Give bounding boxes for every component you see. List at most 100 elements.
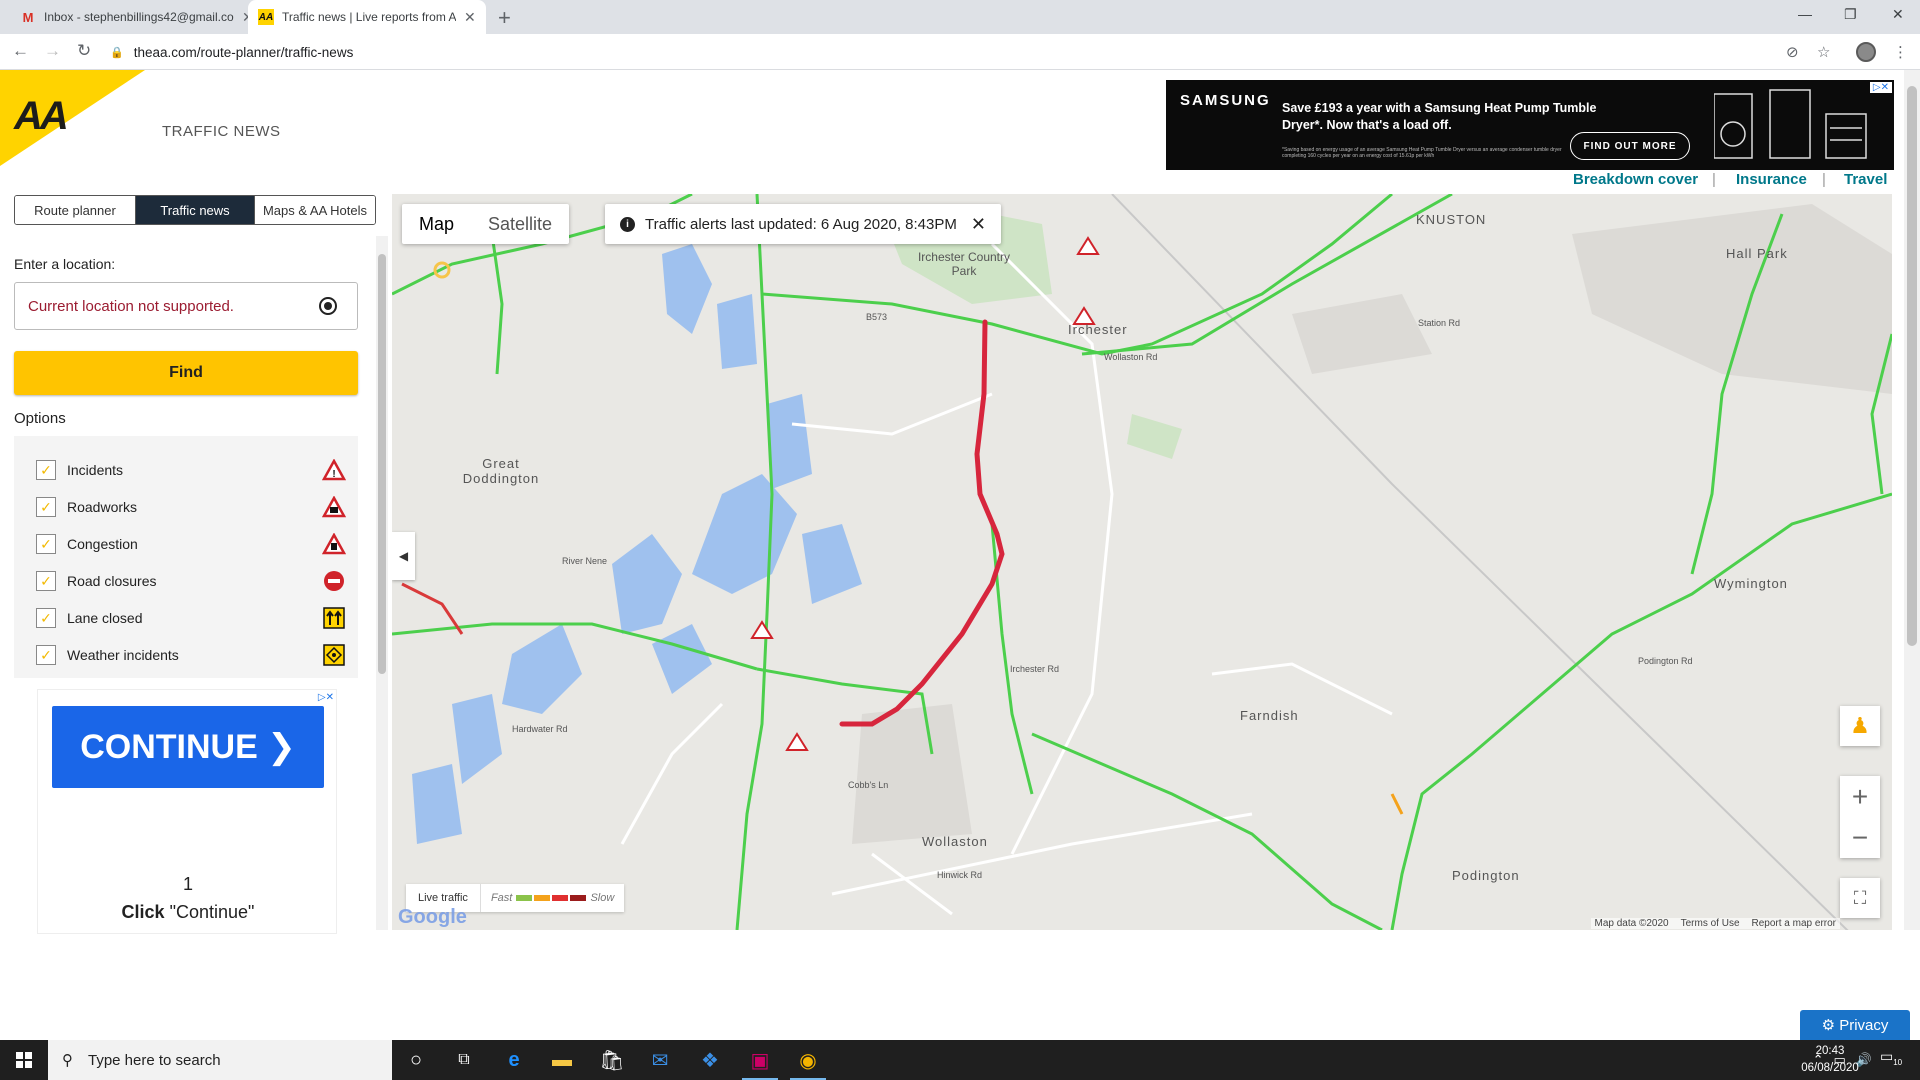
profile-avatar[interactable] (1856, 42, 1876, 62)
cortana-icon[interactable]: ○ (392, 1040, 440, 1080)
link-travel[interactable]: Travel (1844, 171, 1887, 188)
option-roadworks[interactable]: ✓ Roadworks (36, 494, 346, 520)
privacy-button[interactable]: ⚙ Privacy (1800, 1010, 1910, 1040)
ad-left[interactable]: CONTINUE ❯ 1 Click "Continue" ▷✕ (37, 689, 337, 934)
taskbar-search-placeholder: Type here to search (88, 1051, 221, 1069)
legend-scale: Fast Slow (481, 892, 624, 904)
option-lane-closed[interactable]: ✓ Lane closed (36, 605, 346, 631)
close-window-icon[interactable]: ✕ (1892, 6, 1904, 23)
road-label: Hardwater Rd (512, 724, 568, 734)
google-logo: Google (398, 906, 467, 928)
checkbox-weather[interactable]: ✓ (36, 645, 56, 665)
map-footer: Map data ©2020 Terms of Use Report a map… (1590, 918, 1840, 929)
collapse-panel-button[interactable]: ◀ (392, 532, 415, 580)
bookmark-star-icon[interactable]: ☆ (1817, 43, 1830, 61)
close-tab-icon[interactable]: ✕ (464, 9, 476, 26)
link-breakdown-cover[interactable]: Breakdown cover (1573, 171, 1698, 188)
lock-icon: 🔒 (110, 46, 124, 59)
forward-icon[interactable]: → (44, 41, 61, 61)
option-road-closures[interactable]: ✓ Road closures (36, 568, 346, 594)
map-view-button[interactable]: Map (402, 204, 471, 244)
task-view-icon[interactable]: ⧉ (440, 1040, 488, 1080)
tab-traffic-news-active[interactable]: Traffic news (136, 196, 255, 224)
url-text: theaa.com/route-planner/traffic-news (133, 44, 354, 60)
checkbox-lane-closed[interactable]: ✓ (36, 608, 56, 628)
ad-fine-print: *Saving based on energy usage of an aver… (1282, 147, 1562, 159)
road-label: Station Rd (1418, 318, 1461, 328)
close-alert-icon[interactable]: ✕ (971, 214, 986, 235)
notification-icon[interactable]: ▭10 (1880, 1048, 1902, 1067)
windows-taskbar: ⚲ Type here to search ○ ⧉ e ▬ 🛍 ✉ ❖ ▣ ◉ … (0, 1040, 1920, 1080)
ad-close-icon[interactable]: ▷✕ (318, 692, 334, 703)
traffic-map[interactable]: KNUSTON Irchester Country Park Irchester… (392, 194, 1892, 930)
tab-title: Traffic news | Live reports from AA (282, 10, 456, 24)
dropbox-icon[interactable]: ❖ (686, 1040, 734, 1080)
ad-cta-button[interactable]: FIND OUT MORE (1570, 132, 1690, 160)
taskbar-search[interactable]: ⚲ Type here to search (48, 1040, 392, 1080)
file-explorer-icon[interactable]: ▬ (538, 1040, 586, 1080)
maximize-icon[interactable]: ❐ (1844, 6, 1857, 23)
place-label: Irchester (1068, 322, 1128, 337)
ad-close-icon[interactable]: ▷✕ (1869, 82, 1892, 93)
tab-gmail[interactable]: M Inbox - stephenbillings42@gmail.com ✕ (10, 0, 264, 34)
satellite-view-button[interactable]: Satellite (471, 204, 569, 244)
minimize-icon[interactable]: — (1798, 6, 1812, 22)
congestion-icon (322, 532, 346, 556)
page-scroll-thumb[interactable] (1907, 86, 1917, 646)
option-incidents[interactable]: ✓ Incidents ! (36, 457, 346, 483)
swatch-slow (552, 895, 569, 901)
left-panel-scrollbar[interactable] (376, 236, 388, 930)
page-scrollbar[interactable] (1904, 70, 1920, 930)
aa-logo[interactable]: AA (0, 70, 145, 166)
checkbox-incidents[interactable]: ✓ (36, 460, 56, 480)
address-bar[interactable]: 🔒 theaa.com/route-planner/traffic-news (110, 39, 1840, 65)
checkbox-roadworks[interactable]: ✓ (36, 497, 56, 517)
option-congestion[interactable]: ✓ Congestion (36, 531, 346, 557)
checkbox-road-closures[interactable]: ✓ (36, 571, 56, 591)
reload-icon[interactable]: ↻ (77, 41, 91, 61)
zoom-in-button[interactable]: + (1840, 776, 1880, 817)
place-label: Wollaston (922, 834, 988, 849)
fullscreen-icon[interactable]: ⛶ (1840, 878, 1880, 918)
street-view-pegman-icon[interactable]: ♟ (1840, 706, 1880, 746)
location-input[interactable]: Current location not supported. (14, 282, 358, 330)
find-button[interactable]: Find (14, 351, 358, 395)
checkbox-congestion[interactable]: ✓ (36, 534, 56, 554)
tracking-icon[interactable]: ⊘ (1786, 43, 1799, 61)
store-icon[interactable]: 🛍 (588, 1040, 636, 1080)
locate-me-icon[interactable] (319, 297, 337, 315)
clock[interactable]: 20:43 06/08/2020 (1790, 1043, 1870, 1077)
place-label: Farndish (1240, 708, 1299, 723)
terms-link[interactable]: Terms of Use (1681, 918, 1740, 929)
town-areas (852, 204, 1892, 844)
start-button[interactable] (0, 1040, 48, 1080)
ad-step-number: 1 (182, 874, 193, 894)
back-icon[interactable]: ← (12, 41, 29, 61)
option-weather-incidents[interactable]: ✓ Weather incidents (36, 642, 346, 668)
ad-banner-top[interactable]: SAMSUNG Save £193 a year with a Samsung … (1166, 80, 1894, 170)
new-tab-icon[interactable]: + (498, 5, 511, 31)
ad-brand: SAMSUNG (1180, 92, 1271, 109)
road-label: River Nene (562, 556, 608, 566)
ad-continue-button[interactable]: CONTINUE ❯ (52, 706, 324, 788)
chrome-icon[interactable]: ◉ (784, 1040, 832, 1080)
incident-warning-icon: ! (322, 458, 346, 482)
windows-logo-icon (16, 1052, 32, 1068)
tab-traffic-news[interactable]: AA Traffic news | Live reports from AA ✕ (248, 0, 486, 34)
edge-icon[interactable]: e (490, 1040, 538, 1080)
ad-continue-label: CONTINUE (80, 727, 258, 766)
swatch-very-slow (570, 895, 587, 901)
zoom-out-button[interactable]: − (1840, 817, 1880, 858)
app-icon[interactable]: ▣ (736, 1040, 784, 1080)
ad-instruction-text: "Continue" (169, 902, 255, 922)
map-canvas[interactable] (392, 194, 1892, 930)
lakes (412, 244, 862, 844)
link-insurance[interactable]: Insurance (1736, 171, 1807, 188)
menu-kebab-icon[interactable]: ⋮ (1893, 43, 1908, 61)
mail-icon[interactable]: ✉ (636, 1040, 684, 1080)
search-icon: ⚲ (62, 1052, 73, 1069)
tab-route-planner[interactable]: Route planner (15, 196, 136, 224)
tab-maps-hotels[interactable]: Maps & AA Hotels (255, 196, 375, 224)
report-error-link[interactable]: Report a map error (1752, 918, 1836, 929)
scroll-thumb[interactable] (378, 254, 386, 674)
